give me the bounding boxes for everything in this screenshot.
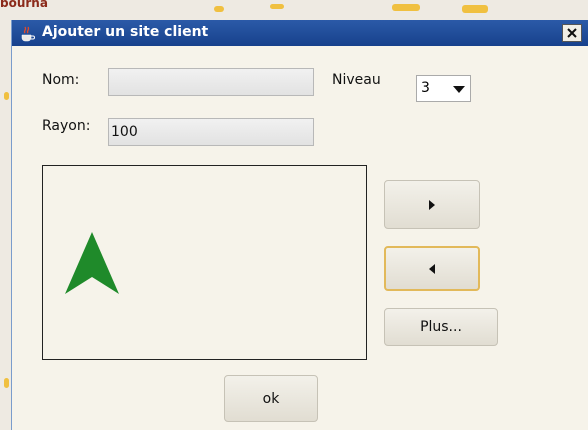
nom-field[interactable]	[108, 68, 314, 96]
dialog-titlebar[interactable]: Ajouter un site client	[12, 20, 588, 46]
background-decoration	[270, 4, 284, 9]
niveau-selected-value: 3	[421, 80, 430, 96]
triangle-left-icon	[429, 263, 435, 274]
close-icon	[567, 28, 577, 38]
background-decoration	[462, 5, 488, 13]
previous-button[interactable]	[384, 246, 480, 291]
chevron-down-icon	[452, 82, 466, 96]
shape-preview-panel	[42, 165, 367, 360]
background-decoration	[4, 92, 9, 100]
java-cup-icon	[18, 24, 36, 42]
background-decoration	[392, 4, 420, 11]
background-decoration	[4, 378, 9, 388]
ok-button[interactable]: ok	[224, 375, 318, 422]
close-button[interactable]	[562, 24, 582, 42]
niveau-label: Niveau	[332, 72, 381, 88]
triangle-right-icon	[429, 199, 435, 210]
dialog-title: Ajouter un site client	[42, 24, 209, 40]
add-client-site-dialog: Ajouter un site client Nom: Niveau 3 Ray…	[11, 20, 588, 430]
background-decoration	[214, 6, 224, 12]
plus-button[interactable]: Plus...	[384, 308, 498, 346]
nom-label: Nom:	[42, 72, 80, 88]
niveau-select[interactable]: 3	[416, 75, 471, 102]
rayon-field[interactable]: 100	[108, 118, 314, 146]
next-button[interactable]	[384, 180, 480, 229]
rayon-label: Rayon:	[42, 118, 91, 134]
arrow-up-shape	[65, 232, 119, 294]
background-partial-text: bourna	[0, 0, 48, 10]
